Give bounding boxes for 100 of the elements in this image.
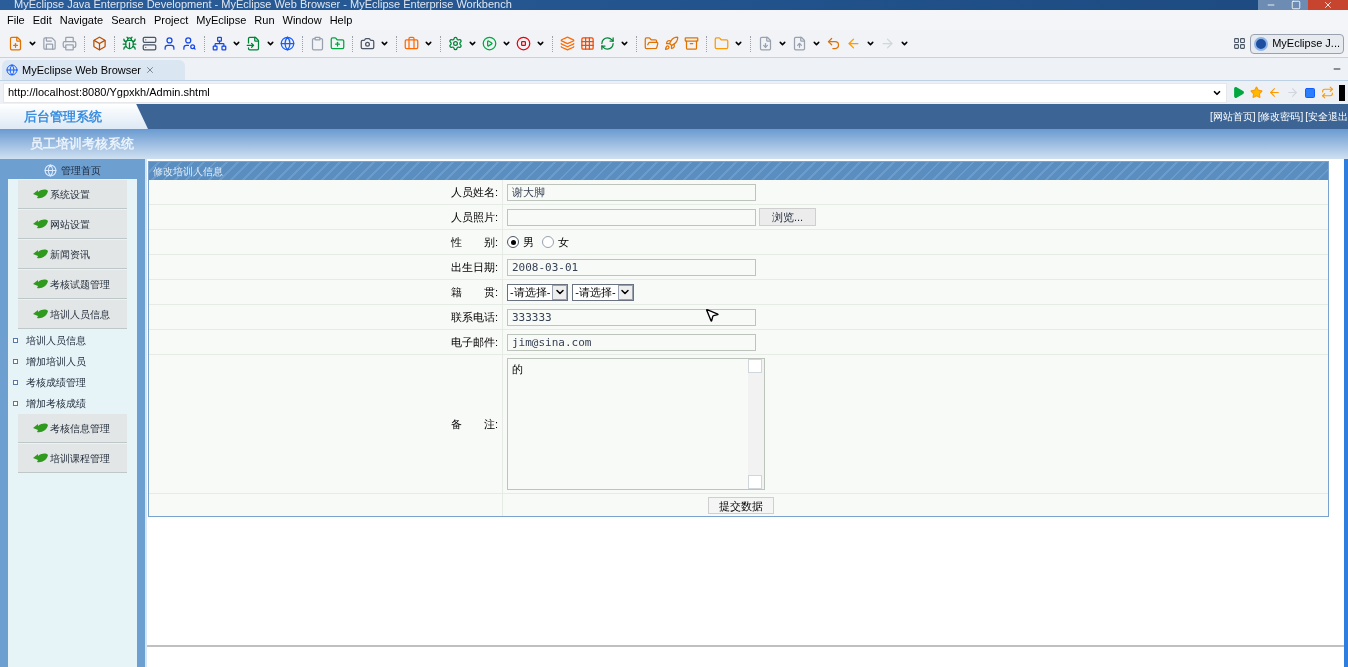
rocket-icon[interactable] xyxy=(664,36,679,51)
sidebar-section[interactable]: 新闻资讯 xyxy=(18,240,127,269)
browser-tab[interactable]: MyEclipse Web Browser xyxy=(2,60,185,80)
star-icon[interactable] xyxy=(1250,86,1263,99)
radio-button[interactable] xyxy=(542,236,554,248)
user-icon[interactable] xyxy=(162,36,177,51)
dropdown-caret-icon[interactable] xyxy=(424,39,433,48)
sidebar-section[interactable]: 培训课程管理 xyxy=(18,444,127,473)
dropdown-caret-icon[interactable] xyxy=(620,39,629,48)
open-perspective-icon[interactable] xyxy=(1233,37,1247,50)
folder-open-icon[interactable] xyxy=(644,36,659,51)
select-dropdown[interactable]: -请选择- xyxy=(507,283,569,301)
play-icon[interactable] xyxy=(482,36,497,51)
sidebar-link[interactable]: 增加培训人员 xyxy=(26,354,86,369)
gear-icon[interactable] xyxy=(448,36,463,51)
back-icon[interactable] xyxy=(1268,86,1281,99)
sidebar-link[interactable]: 培训人员信息 xyxy=(26,333,86,348)
dropdown-caret-icon[interactable] xyxy=(28,39,37,48)
leaf-icon xyxy=(32,308,49,320)
user-search-icon[interactable] xyxy=(182,36,197,51)
file-up-icon[interactable] xyxy=(792,36,807,51)
folder-icon[interactable] xyxy=(714,36,729,51)
select-dropdown[interactable]: -请选择- xyxy=(572,283,634,301)
maximize-icon[interactable] xyxy=(1284,0,1308,10)
dropdown-caret-icon[interactable] xyxy=(380,39,389,48)
sidebar-link[interactable]: 考核成绩管理 xyxy=(26,375,86,390)
menu-item[interactable]: Window xyxy=(278,11,326,29)
field-label: 人员姓名: xyxy=(450,184,498,200)
sidebar-section[interactable]: 培训人员信息 xyxy=(18,300,127,329)
dropdown-caret-icon[interactable] xyxy=(866,39,875,48)
globe-icon xyxy=(6,64,18,76)
file-down-icon[interactable] xyxy=(758,36,773,51)
grid-icon[interactable] xyxy=(580,36,595,51)
menu-item[interactable]: File xyxy=(3,11,29,29)
leaf-icon xyxy=(32,248,49,260)
menu-item[interactable]: Search xyxy=(107,11,150,29)
myeclipse-logo-icon xyxy=(1254,36,1269,51)
close-icon[interactable] xyxy=(1308,0,1348,10)
header-link[interactable]: [安全退出 xyxy=(1305,109,1348,124)
go-icon[interactable] xyxy=(1232,86,1245,99)
layers-icon[interactable] xyxy=(560,36,575,51)
sidebar-section[interactable]: 网站设置 xyxy=(18,210,127,239)
network-icon[interactable] xyxy=(212,36,227,51)
field-label: 电子邮件: xyxy=(450,334,498,350)
undo-icon[interactable] xyxy=(826,36,841,51)
dropdown-caret-icon[interactable] xyxy=(468,39,477,48)
admin-home-link[interactable]: 管理首页 xyxy=(61,162,101,178)
address-field[interactable]: http://localhost:8080/Ygpxkh/Admin.shtml xyxy=(3,82,1227,103)
camera-icon[interactable] xyxy=(360,36,375,51)
menu-item[interactable]: MyEclipse xyxy=(192,11,251,29)
header-link[interactable]: [修改密码] xyxy=(1257,109,1304,124)
dropdown-caret-icon[interactable] xyxy=(536,39,545,48)
refresh-icon[interactable] xyxy=(600,36,615,51)
dropdown-caret-icon[interactable] xyxy=(778,39,787,48)
header-link[interactable]: [网站首页] xyxy=(1210,109,1256,124)
printer-icon[interactable] xyxy=(62,36,77,51)
refresh-icon[interactable] xyxy=(1321,86,1334,99)
bug-icon[interactable] xyxy=(122,36,137,51)
text-field[interactable]: 2008-03-01 xyxy=(507,258,756,276)
stop-icon[interactable] xyxy=(1304,86,1316,99)
file-plus-icon[interactable] xyxy=(8,36,23,51)
system-subtitle: 员工培训考核系统 xyxy=(30,135,134,154)
stop-icon[interactable] xyxy=(516,36,531,51)
dropdown-caret-icon[interactable] xyxy=(734,39,743,48)
menu-item[interactable]: Help xyxy=(325,11,357,29)
text-field[interactable]: jim@sina.com xyxy=(507,333,756,351)
globe-icon[interactable] xyxy=(280,36,295,51)
briefcase-icon[interactable] xyxy=(404,36,419,51)
browse-button[interactable]: 浏览... xyxy=(759,208,817,226)
dropdown-caret-icon[interactable] xyxy=(232,39,241,48)
close-tab-icon[interactable] xyxy=(145,65,155,75)
dropdown-caret-icon[interactable] xyxy=(266,39,275,48)
sidebar-link[interactable]: 增加考核成绩 xyxy=(26,396,86,411)
menu-item[interactable]: Navigate xyxy=(55,11,108,29)
sidebar-section[interactable]: 考核信息管理 xyxy=(18,414,127,443)
bullet-icon xyxy=(13,380,18,385)
minimize-icon[interactable] xyxy=(1258,0,1284,10)
submit-button[interactable]: 提交数据 xyxy=(708,496,774,514)
field-label: 联系电话: xyxy=(450,309,498,325)
menu-item[interactable]: Run xyxy=(250,11,279,29)
text-field[interactable]: 333333 xyxy=(507,308,756,326)
sidebar-section[interactable]: 系统设置 xyxy=(18,180,127,209)
menu-item[interactable]: Project xyxy=(150,11,193,29)
radio-button[interactable] xyxy=(507,236,519,248)
menu-item[interactable]: Edit xyxy=(28,11,56,29)
archive-icon[interactable] xyxy=(684,36,699,51)
perspective-button[interactable]: MyEclipse J... xyxy=(1250,33,1344,54)
server-icon[interactable] xyxy=(142,36,157,51)
back-icon[interactable] xyxy=(846,36,861,51)
text-field[interactable]: 谢大脚 xyxy=(507,183,756,201)
dropdown-caret-icon[interactable] xyxy=(502,39,511,48)
sidebar-section[interactable]: 考核试题管理 xyxy=(18,270,127,299)
save-icon[interactable] xyxy=(42,36,57,51)
file-input-icon[interactable] xyxy=(246,36,261,51)
leaf-icon xyxy=(32,188,49,200)
dropdown-caret-icon[interactable] xyxy=(900,39,909,48)
clipboard-icon[interactable] xyxy=(310,36,325,51)
folder-plus-icon[interactable] xyxy=(330,36,345,51)
box-icon[interactable] xyxy=(92,36,107,51)
dropdown-caret-icon[interactable] xyxy=(812,39,821,48)
